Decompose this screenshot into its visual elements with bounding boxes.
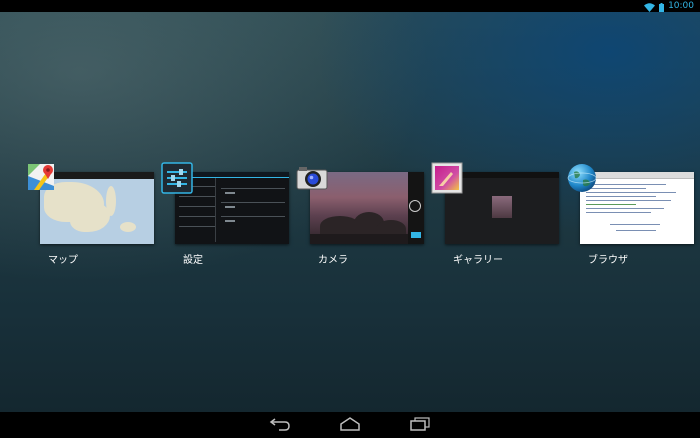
wifi-icon <box>644 0 656 16</box>
recents-icon <box>409 416 431 435</box>
gallery-icon <box>431 162 463 194</box>
camera-icon <box>296 162 328 194</box>
recent-app-label: ブラウザ <box>588 255 628 266</box>
recent-app-card-browser[interactable]: ブラウザ <box>566 162 700 272</box>
navigation-bar <box>0 412 700 438</box>
recent-app-card-gallery[interactable]: ギャラリー <box>431 162 571 272</box>
status-bar: 10:00 <box>0 0 700 12</box>
maps-icon <box>26 162 58 194</box>
recent-app-label: カメラ <box>318 255 348 266</box>
recents-button[interactable] <box>408 416 432 434</box>
recent-app-card-maps[interactable]: マップ <box>26 162 166 272</box>
recent-app-label: ギャラリー <box>453 255 503 266</box>
home-icon <box>339 416 361 435</box>
recent-app-label: マップ <box>48 255 78 266</box>
settings-icon <box>161 162 193 194</box>
recent-app-label: 設定 <box>183 255 203 266</box>
battery-icon <box>659 0 665 16</box>
back-button[interactable] <box>268 416 292 434</box>
status-clock: 10:00 <box>668 1 694 11</box>
back-icon <box>269 416 291 435</box>
recent-app-card-settings[interactable]: 設定 <box>161 162 301 272</box>
home-button[interactable] <box>338 416 362 434</box>
browser-icon <box>566 162 598 194</box>
recent-app-card-camera[interactable]: カメラ <box>296 162 436 272</box>
